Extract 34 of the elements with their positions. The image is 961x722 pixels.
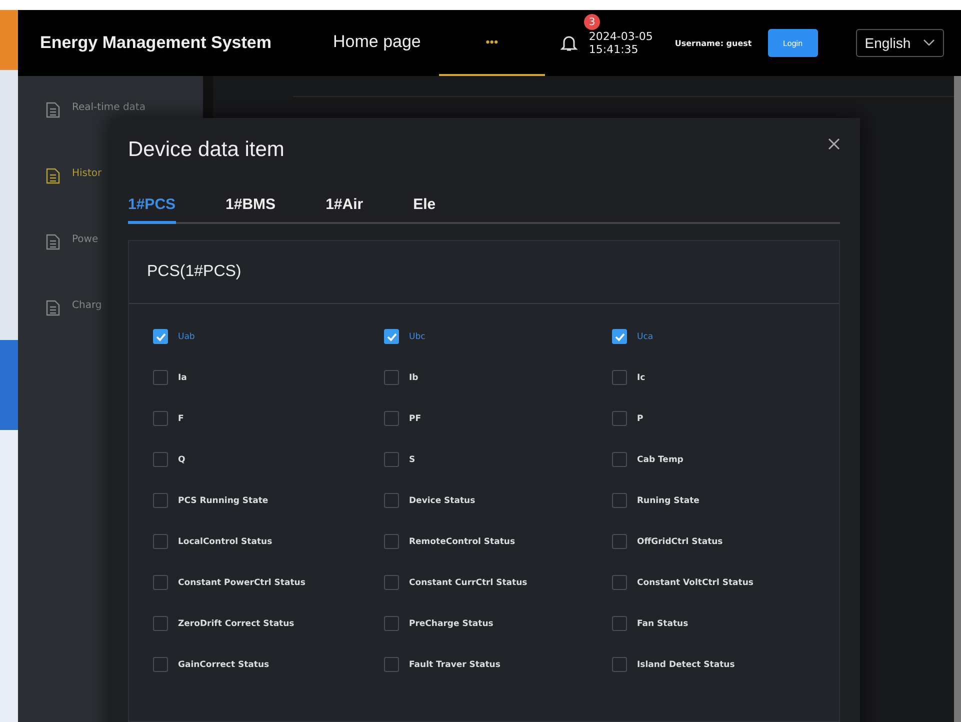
username-text: Username: guest [674,38,752,48]
checkbox-label: PreCharge Status [409,618,494,628]
checkbox-label: Fault Traver Status [409,660,500,670]
checkbox-label: Runing State [637,496,700,506]
checkbox-label: Constant CurrCtrl Status [409,578,528,588]
checkbox-label: Q [178,454,186,464]
checkbox-label: Device Status [409,496,476,506]
checkbox-label: Ic [637,372,646,382]
checkbox-label: Uca [637,332,654,342]
checkbox-label: Fan Status [637,618,688,628]
checkbox-label: PCS Running State [178,496,268,506]
checkbox-label: RemoteControl Status [409,536,516,546]
checkbox-label: Constant PowerCtrl Status [178,578,306,588]
date-text: 2024-03-05 [588,30,653,43]
checkbox-label: Ib [409,372,418,382]
checkbox-label: PF [409,414,422,424]
checkbox-label: ZeroDrift Correct Status [178,618,294,628]
checkbox-label: S [409,454,416,464]
checkbox-label: OffGridCtrl Status [637,536,723,546]
checkbox-label: Cab Temp [637,454,684,464]
checkbox-label: LocalControl Status [178,536,272,546]
dialog-title: Device data item [128,138,284,162]
checkbox-label: Ia [178,372,187,382]
time-text: 15:41:35 [588,43,640,56]
checkbox-label: F [178,414,184,424]
checkbox-label: Island Detect Status [637,660,735,670]
checkbox-label: Ubc [409,332,426,342]
section-title: PCS(1#PCS) [147,263,242,280]
notification-badge: 3 [584,14,600,30]
app-title: Energy Management System [40,33,272,53]
checkbox-label: P [637,414,644,424]
checkbox-label: GainCorrect Status [178,660,270,670]
checkbox-label: Constant VoltCtrl Status [637,578,754,588]
checkbox-label: Uab [178,332,195,342]
